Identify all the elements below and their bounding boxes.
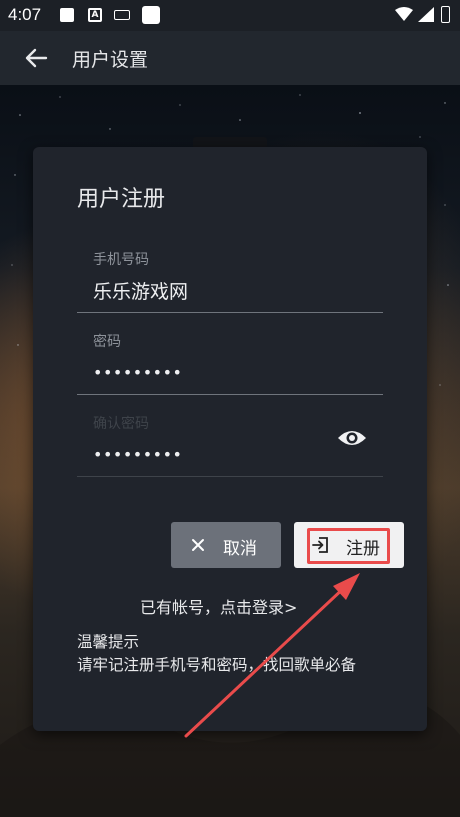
password-field-label: 密码 bbox=[93, 334, 121, 350]
keyboard-icon bbox=[114, 10, 130, 20]
status-bar: 4:07 A bbox=[0, 0, 460, 31]
a-badge-icon: A bbox=[88, 8, 102, 22]
register-button-label: 注册 bbox=[346, 539, 380, 559]
app-bar: 用户设置 bbox=[0, 31, 460, 85]
wifi-icon bbox=[395, 7, 413, 21]
login-icon bbox=[312, 537, 328, 553]
signal-icon bbox=[418, 7, 434, 22]
confirm-password-field-value[interactable]: ••••••••• bbox=[93, 445, 182, 464]
tip-title: 温馨提示 bbox=[77, 633, 140, 651]
register-button[interactable]: 注册 bbox=[294, 522, 404, 568]
phone-field-label: 手机号码 bbox=[93, 252, 149, 268]
phone-field[interactable]: 手机号码 乐乐游戏网 bbox=[77, 231, 383, 313]
card-title: 用户注册 bbox=[77, 187, 166, 212]
cancel-button-label: 取消 bbox=[223, 539, 257, 559]
password-field-value[interactable]: ••••••••• bbox=[93, 363, 182, 382]
battery-icon bbox=[441, 6, 450, 23]
notification-square-icon bbox=[60, 8, 74, 22]
phone-field-value[interactable]: 乐乐游戏网 bbox=[93, 277, 188, 304]
close-icon bbox=[192, 539, 204, 551]
status-time: 4:07 bbox=[8, 5, 42, 24]
eye-icon[interactable] bbox=[337, 427, 367, 449]
app-square-icon bbox=[142, 6, 160, 24]
arrow-left-icon[interactable] bbox=[24, 47, 48, 69]
register-card: 用户注册 手机号码 乐乐游戏网 密码 ••••••••• 确认密码 ••••••… bbox=[33, 147, 427, 731]
confirm-password-field-underline bbox=[77, 475, 383, 477]
login-link[interactable]: 已有帐号，点击登录> bbox=[140, 594, 297, 618]
confirm-password-field-label: 确认密码 bbox=[93, 416, 149, 432]
cancel-button[interactable]: 取消 bbox=[171, 522, 281, 568]
page-title: 用户设置 bbox=[72, 49, 149, 71]
password-field[interactable]: 密码 ••••••••• bbox=[77, 313, 383, 395]
tip-body: 请牢记注册手机号和密码，找回歌单必备 bbox=[77, 656, 357, 674]
